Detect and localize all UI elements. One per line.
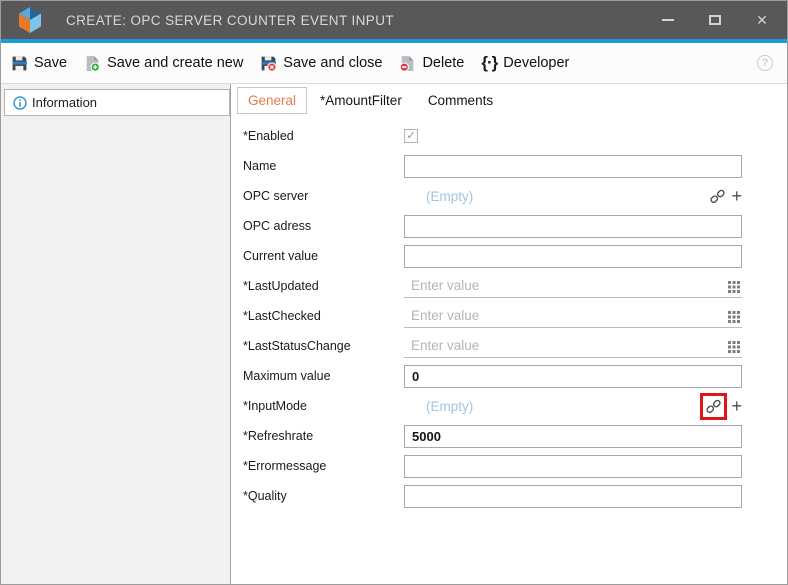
form-row-errormessage: *Errormessage bbox=[243, 451, 787, 481]
opc-adress-input[interactable] bbox=[404, 215, 742, 238]
form-row-lastupdated: *LastUpdated bbox=[243, 271, 787, 301]
form-row-lastchecked: *LastChecked bbox=[243, 301, 787, 331]
grid-picker-icon bbox=[728, 341, 740, 353]
field-label: *Refreshrate bbox=[243, 429, 404, 443]
toolbar: Save Save and create new Save and close bbox=[1, 43, 787, 84]
link-icon bbox=[710, 189, 725, 204]
form: *Enabled ✓ Name OPC server (Emp bbox=[243, 121, 787, 511]
field-label: *LastStatusChange bbox=[243, 339, 404, 353]
tab-comments[interactable]: Comments bbox=[415, 87, 506, 114]
field-label: *InputMode bbox=[243, 399, 404, 413]
minimize-button[interactable] bbox=[661, 13, 675, 27]
opc-server-add-button[interactable]: + bbox=[731, 187, 742, 205]
close-button[interactable]: ✕ bbox=[755, 13, 769, 27]
window-title: CREATE: OPC SERVER COUNTER EVENT INPUT bbox=[66, 13, 394, 28]
inputmode-link-button[interactable] bbox=[706, 399, 721, 414]
field-label: Current value bbox=[243, 249, 404, 263]
form-row-enabled: *Enabled ✓ bbox=[243, 121, 787, 151]
inputmode-value: (Empty) bbox=[426, 399, 473, 414]
help-icon[interactable]: ? bbox=[757, 55, 773, 71]
laststatuschange-picker-button[interactable] bbox=[728, 341, 740, 353]
form-row-current-value: Current value bbox=[243, 241, 787, 271]
current-value-input[interactable] bbox=[404, 245, 742, 268]
save-and-create-new-icon bbox=[84, 55, 101, 72]
field-label: *Enabled bbox=[243, 129, 404, 143]
save-and-close-button[interactable]: Save and close bbox=[260, 55, 382, 72]
lastupdated-input[interactable] bbox=[404, 275, 742, 298]
tab-amountfilter[interactable]: *AmountFilter bbox=[307, 87, 415, 114]
info-icon bbox=[13, 96, 27, 110]
name-input[interactable] bbox=[404, 155, 742, 178]
link-icon bbox=[706, 399, 721, 414]
field-label: OPC server bbox=[243, 189, 404, 203]
developer-icon: {·} bbox=[481, 53, 497, 73]
field-label: *Errormessage bbox=[243, 459, 404, 473]
laststatuschange-input[interactable] bbox=[404, 335, 742, 358]
field-label: Name bbox=[243, 159, 404, 173]
form-row-name: Name bbox=[243, 151, 787, 181]
developer-label: Developer bbox=[503, 55, 569, 71]
save-label: Save bbox=[34, 55, 67, 71]
delete-button[interactable]: Delete bbox=[399, 55, 464, 72]
field-label: *LastUpdated bbox=[243, 279, 404, 293]
opc-server-value: (Empty) bbox=[426, 189, 473, 204]
field-label: OPC adress bbox=[243, 219, 404, 233]
main-panel: General *AmountFilter Comments *Enabled … bbox=[231, 84, 787, 584]
delete-icon bbox=[399, 55, 416, 72]
maximize-icon bbox=[709, 15, 721, 25]
lastchecked-picker-button[interactable] bbox=[728, 311, 740, 323]
annotation-highlight-box bbox=[700, 393, 727, 420]
dialog-window: CREATE: OPC SERVER COUNTER EVENT INPUT ✕… bbox=[0, 0, 788, 585]
grid-picker-icon bbox=[728, 311, 740, 323]
app-logo-icon bbox=[18, 7, 42, 33]
save-icon bbox=[11, 55, 28, 72]
save-and-create-new-button[interactable]: Save and create new bbox=[84, 55, 243, 72]
form-row-maximum-value: Maximum value bbox=[243, 361, 787, 391]
field-label: *LastChecked bbox=[243, 309, 404, 323]
sidebar-item-label: Information bbox=[32, 95, 97, 110]
inputmode-add-button[interactable]: + bbox=[731, 397, 742, 415]
save-and-close-icon bbox=[260, 55, 277, 72]
field-label: *Quality bbox=[243, 489, 404, 503]
developer-button[interactable]: {·} Developer bbox=[481, 53, 569, 73]
maximize-button[interactable] bbox=[708, 13, 722, 27]
save-button[interactable]: Save bbox=[11, 55, 67, 72]
form-row-opc-server: OPC server (Empty) + bbox=[243, 181, 787, 211]
form-row-quality: *Quality bbox=[243, 481, 787, 511]
enabled-checkbox[interactable]: ✓ bbox=[404, 129, 418, 143]
form-row-opc-adress: OPC adress bbox=[243, 211, 787, 241]
save-and-close-label: Save and close bbox=[283, 55, 382, 71]
form-row-laststatuschange: *LastStatusChange bbox=[243, 331, 787, 361]
errormessage-input[interactable] bbox=[404, 455, 742, 478]
lastchecked-input[interactable] bbox=[404, 305, 742, 328]
opc-server-link-button[interactable] bbox=[710, 189, 725, 204]
lastupdated-picker-button[interactable] bbox=[728, 281, 740, 293]
grid-picker-icon bbox=[728, 281, 740, 293]
form-row-refreshrate: *Refreshrate bbox=[243, 421, 787, 451]
refreshrate-input[interactable] bbox=[404, 425, 742, 448]
tab-general[interactable]: General bbox=[237, 87, 307, 114]
check-icon: ✓ bbox=[406, 131, 415, 142]
tab-strip: General *AmountFilter Comments bbox=[237, 87, 787, 114]
form-row-inputmode: *InputMode (Empty) + bbox=[243, 391, 787, 421]
minimize-icon bbox=[662, 19, 674, 21]
title-bar: CREATE: OPC SERVER COUNTER EVENT INPUT ✕ bbox=[1, 1, 787, 39]
save-and-create-new-label: Save and create new bbox=[107, 55, 243, 71]
sidebar: Information bbox=[1, 84, 231, 584]
sidebar-item-information[interactable]: Information bbox=[4, 89, 230, 116]
field-label: Maximum value bbox=[243, 369, 404, 383]
delete-label: Delete bbox=[422, 55, 464, 71]
maximum-value-input[interactable] bbox=[404, 365, 742, 388]
quality-input[interactable] bbox=[404, 485, 742, 508]
